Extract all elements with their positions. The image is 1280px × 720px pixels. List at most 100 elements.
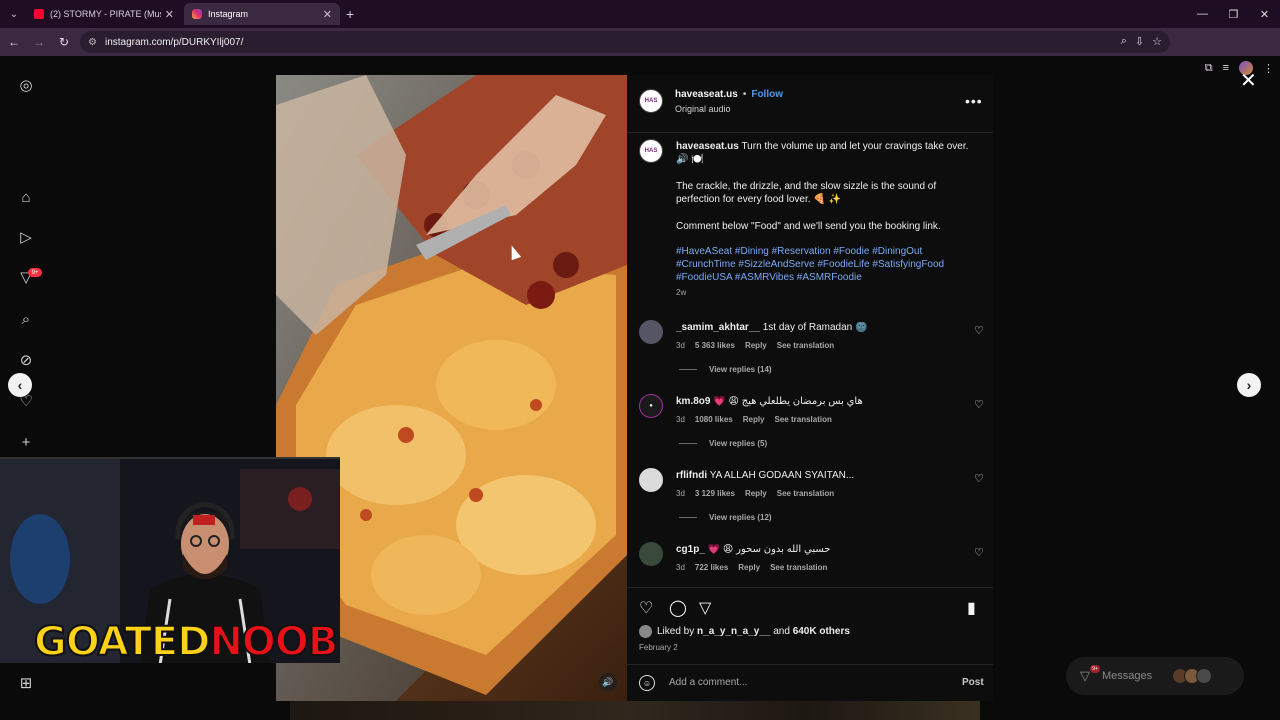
more-options-icon[interactable]: ••• [965, 93, 983, 109]
reply-button[interactable]: Reply [745, 489, 767, 498]
notification-badge: 9+ [28, 268, 42, 277]
close-tab-icon[interactable]: ✕ [165, 8, 174, 21]
reels-icon[interactable]: ▷ [17, 228, 35, 246]
share-icon[interactable]: ▽ [699, 598, 711, 618]
commenter-avatar[interactable] [639, 542, 663, 566]
reload-icon[interactable]: ↻ [53, 31, 75, 53]
tab-search-icon[interactable]: ⌄ [4, 4, 24, 24]
restore-icon[interactable]: ❐ [1218, 0, 1249, 28]
caption-line-2: The crackle, the drizzle, and the slow s… [676, 181, 937, 205]
commenter-avatar[interactable]: ● [639, 394, 663, 418]
logo-part-1: GOATED [33, 618, 211, 663]
messages-button[interactable]: ▽ 9+ Messages [1066, 657, 1244, 695]
author-username[interactable]: haveaseat.us [675, 89, 738, 100]
comment-likes[interactable]: 1080 likes [695, 415, 733, 424]
create-icon[interactable]: + [17, 433, 35, 451]
reply-button[interactable]: Reply [745, 341, 767, 350]
previous-post-icon[interactable]: ‹ [8, 373, 32, 397]
next-post-icon[interactable]: › [1237, 373, 1261, 397]
comment-text: cg1p_ 💗 😩 حسبي الله بدون سحور [676, 544, 956, 555]
back-icon[interactable]: ← [3, 31, 25, 53]
comment-likes[interactable]: 3 129 likes [695, 489, 735, 498]
instagram-logo-icon[interactable]: ◎ [17, 76, 35, 94]
liker-avatar[interactable] [639, 625, 652, 638]
post-comment-button[interactable]: Post [962, 677, 984, 688]
comment-bubble-icon[interactable]: ◯ [669, 598, 687, 618]
like-heart-icon[interactable]: ♡ [639, 598, 653, 618]
home-icon[interactable]: ⌂ [17, 188, 35, 206]
caption-line-3: Comment below "Food" and we'll send you … [676, 221, 941, 232]
like-comment-icon[interactable]: ♡ [974, 472, 984, 485]
view-replies-button[interactable]: View replies (14) [679, 365, 772, 374]
author-avatar[interactable]: HAS [639, 89, 663, 113]
author-row: haveaseat.us • Follow [675, 89, 783, 100]
install-icon[interactable]: ⇩ [1135, 35, 1144, 48]
caption-author-avatar[interactable]: HAS [639, 139, 663, 163]
comment-time: 3d [676, 563, 685, 572]
comment-body: 💗 😩 حسبي الله بدون سحور [707, 544, 831, 555]
tab-youtube[interactable]: (2) STORMY - PIRATE (Music Vi ✕ [26, 3, 182, 25]
commenter-avatar[interactable] [639, 320, 663, 344]
see-translation-button[interactable]: See translation [775, 415, 832, 424]
see-translation-button[interactable]: See translation [777, 341, 834, 350]
media-control-icon[interactable]: ≡ [1223, 62, 1229, 74]
more-grid-icon[interactable]: ⊞ [17, 674, 35, 692]
comment-time: 3d [676, 489, 685, 498]
comment-likes[interactable]: 5 363 likes [695, 341, 735, 350]
like-comment-icon[interactable]: ♡ [974, 398, 984, 411]
comment-username[interactable]: cg1p_ [676, 544, 705, 555]
tab-instagram[interactable]: Instagram ✕ [184, 3, 340, 25]
extensions-icon[interactable]: ⧉ [1205, 62, 1213, 75]
comment-text: rflifndi YA ALLAH GODAAN SYAITAN... [676, 470, 956, 481]
tab-title: (2) STORMY - PIRATE (Music Vi [50, 9, 161, 19]
view-replies-button[interactable]: View replies (12) [679, 513, 772, 522]
replies-divider [679, 517, 697, 518]
like-comment-icon[interactable]: ♡ [974, 546, 984, 559]
comment-username[interactable]: _samim_akhtar__ [676, 322, 760, 333]
zoom-icon[interactable]: ⌕ [1121, 35, 1127, 48]
comment-text: km.8o9 💗 😩 هاي بس برمضان يطلعلي هيج [676, 396, 956, 407]
forward-icon[interactable]: → [28, 31, 50, 53]
tab-title: Instagram [208, 9, 249, 19]
liked-by-prefix: Liked by [657, 626, 695, 637]
minimize-icon[interactable]: — [1187, 0, 1218, 28]
liked-by-user[interactable]: n_a_y_n_a_y__ [697, 626, 770, 637]
save-bookmark-icon[interactable]: ▮ [967, 598, 976, 618]
audio-icon[interactable]: 🔊 [599, 673, 617, 691]
reply-button[interactable]: Reply [738, 563, 760, 572]
comment-input[interactable]: Add a comment... [669, 677, 747, 688]
see-translation-button[interactable]: See translation [770, 563, 827, 572]
url-input[interactable]: ⚙ instagram.com/p/DURKYIlj007/ ⌕ ⇩ ☆ [80, 31, 1170, 53]
comment-username[interactable]: km.8o9 [676, 396, 710, 407]
reply-button[interactable]: Reply [743, 415, 765, 424]
audio-label[interactable]: Original audio [675, 104, 731, 114]
browser-menu-icon[interactable]: ⋮ [1263, 62, 1274, 75]
new-tab-icon[interactable]: + [346, 6, 354, 22]
replies-divider [679, 369, 697, 370]
commenter-avatar[interactable] [639, 468, 663, 492]
site-info-icon[interactable]: ⚙ [88, 37, 97, 48]
explore-icon[interactable]: ⊘ [17, 351, 35, 369]
message-avatars [1172, 668, 1212, 684]
liked-by-count[interactable]: 640K others [793, 626, 850, 637]
comment-username[interactable]: rflifndi [676, 470, 707, 481]
view-replies-button[interactable]: View replies (5) [679, 439, 767, 448]
like-comment-icon[interactable]: ♡ [974, 324, 984, 337]
youtube-icon [34, 9, 44, 19]
close-window-icon[interactable]: ✕ [1249, 0, 1280, 28]
view-replies-label: View replies (14) [709, 365, 772, 374]
caption-username[interactable]: haveaseat.us [676, 141, 739, 152]
address-bar-row: ← → ↻ ⚙ instagram.com/p/DURKYIlj007/ ⌕ ⇩… [0, 28, 1280, 75]
messages-badge: 9+ [1090, 665, 1100, 673]
follow-button[interactable]: Follow [751, 89, 783, 100]
close-tab-icon[interactable]: ✕ [323, 8, 332, 21]
emoji-icon[interactable]: ☺ [639, 675, 655, 691]
see-translation-button[interactable]: See translation [777, 489, 834, 498]
bookmark-star-icon[interactable]: ☆ [1152, 35, 1162, 48]
separator-dot: • [742, 89, 747, 100]
background-feed [290, 700, 980, 720]
comment-likes[interactable]: 722 likes [695, 563, 728, 572]
search-icon[interactable]: ⌕ [17, 310, 35, 328]
caption-hashtags[interactable]: #HaveASeat #Dining #Reservation #Foodie … [676, 245, 981, 284]
close-icon[interactable]: ✕ [1240, 68, 1257, 93]
